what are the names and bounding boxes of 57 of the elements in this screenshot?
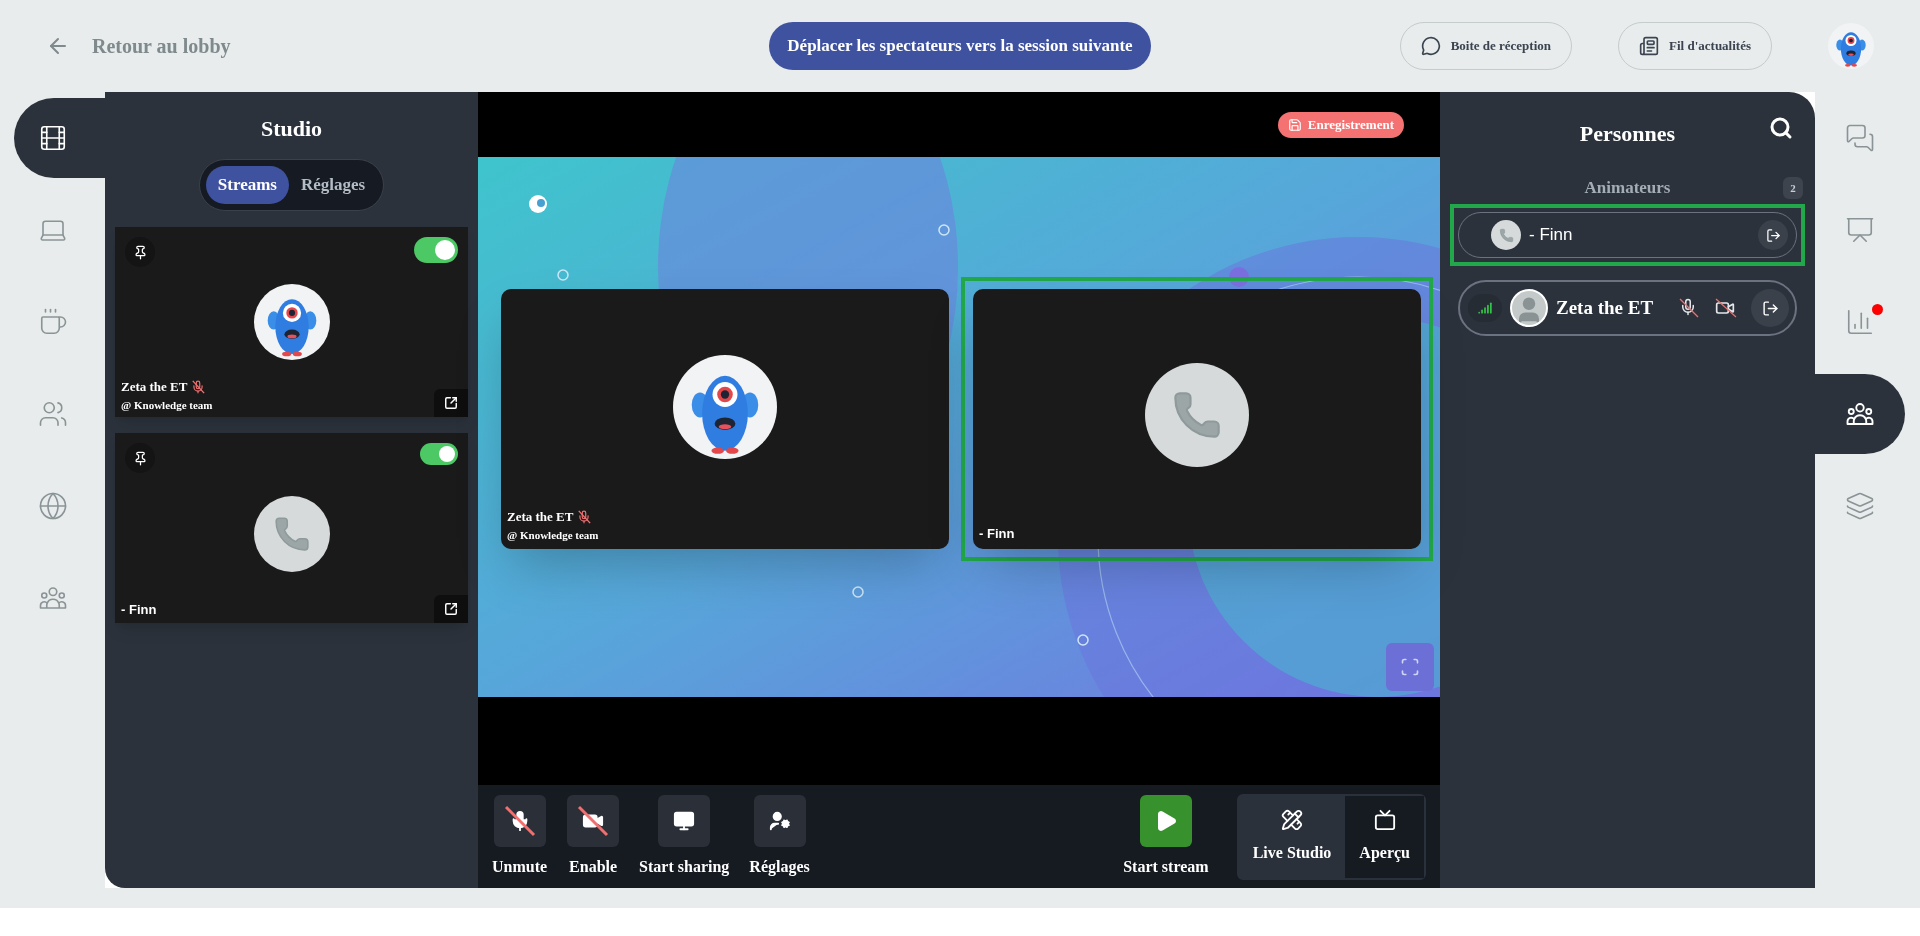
participant-name: Zeta the ET — [507, 508, 574, 526]
participant-name: - Finn — [979, 524, 1015, 543]
recording-badge: Enregistrement — [1277, 111, 1404, 138]
pin-icon — [132, 450, 148, 466]
phone-avatar-icon — [1491, 220, 1521, 250]
person-row[interactable]: Zeta the ET — [1458, 280, 1797, 336]
exit-icon — [1765, 227, 1781, 243]
panel-title: Personnes — [1579, 119, 1676, 148]
participant-name: Zeta the ET — [121, 378, 188, 396]
count-badge: 2 — [1783, 177, 1803, 199]
control-button[interactable]: Start sharing — [639, 794, 730, 879]
search-icon[interactable] — [1769, 116, 1793, 140]
pin-button[interactable] — [125, 443, 155, 473]
monster-icon — [253, 284, 330, 360]
section-heading: Animateurs — [1584, 177, 1671, 200]
control-button[interactable]: Réglages — [749, 794, 810, 879]
control-button[interactable]: Enable — [567, 794, 620, 879]
team-label: @ Knowledge team — [507, 527, 600, 543]
panel-title: Studio — [259, 115, 324, 143]
leave-button[interactable] — [1758, 220, 1788, 250]
external-link-icon — [444, 602, 458, 616]
fullscreen-icon — [1400, 657, 1420, 677]
exit-icon — [1761, 299, 1779, 317]
external-link-icon — [444, 396, 458, 410]
chat-bubble-icon — [1420, 36, 1441, 56]
play-icon — [1139, 794, 1192, 847]
pencil-ruler-icon — [1281, 808, 1303, 831]
presenter-board-icon — [1845, 215, 1875, 245]
layers-icon — [1845, 491, 1875, 521]
bar-chart-icon — [1845, 307, 1875, 337]
open-external-button[interactable] — [434, 595, 468, 623]
view-tab[interactable]: Live Studio — [1238, 795, 1346, 878]
users-icon — [37, 399, 68, 429]
open-external-button[interactable] — [434, 389, 468, 417]
control-button[interactable]: Unmute — [492, 794, 548, 879]
chat-icon — [1845, 123, 1875, 153]
move-viewers-button[interactable]: Déplacer les spectateurs vers la session suivante — [769, 22, 1151, 70]
participant-name: - Finn — [121, 600, 157, 619]
start-stream-button[interactable]: Start stream — [1123, 794, 1209, 879]
globe-icon — [37, 491, 68, 521]
tab[interactable]: Réglages — [289, 166, 378, 204]
signal-icon — [1468, 294, 1502, 322]
monster-icon — [1828, 23, 1874, 69]
person-name: - Finn — [1529, 224, 1573, 247]
team-label: @ Knowledge team — [121, 397, 213, 413]
monster-icon — [673, 355, 777, 459]
user-avatar-icon — [1510, 289, 1548, 327]
tab[interactable]: Streams — [205, 166, 289, 204]
leave-button[interactable] — [1751, 289, 1789, 327]
toggle-switch[interactable] — [420, 443, 458, 465]
tv-icon — [1373, 808, 1396, 831]
pin-icon — [132, 244, 148, 260]
newspaper-icon — [1639, 36, 1660, 56]
pin-button[interactable] — [125, 237, 155, 267]
person-name: Zeta the ET — [1556, 295, 1654, 320]
toggle-switch[interactable] — [414, 237, 458, 263]
profile-avatar[interactable] — [1828, 23, 1874, 69]
